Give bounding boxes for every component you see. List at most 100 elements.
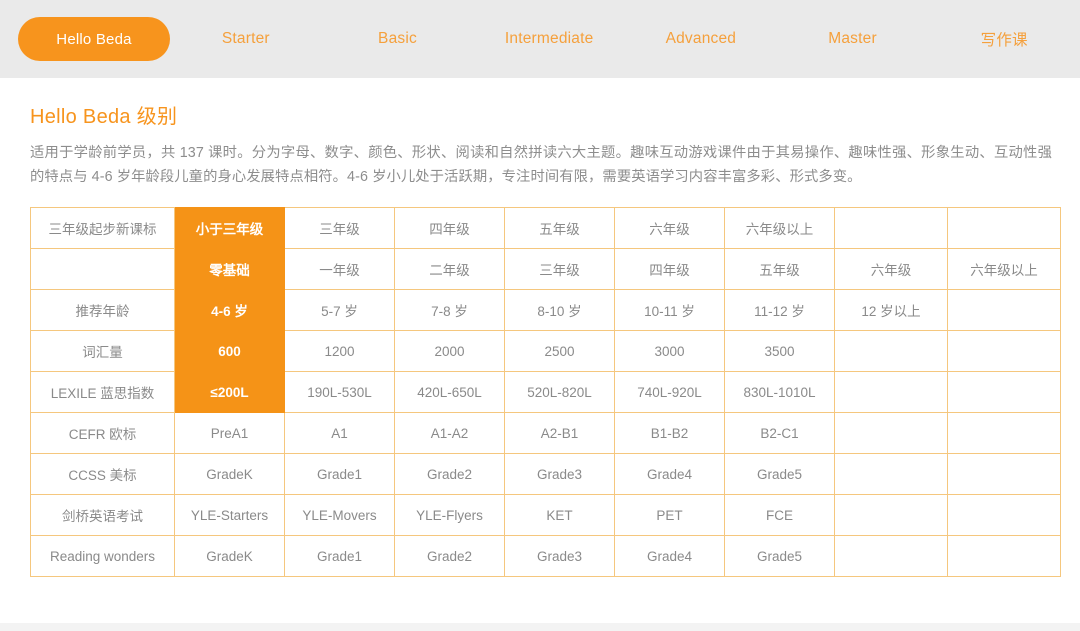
table-cell: 三年级 [284,207,395,249]
table-cell: 2000 [394,330,505,372]
table-cell: 六年级 [834,248,948,290]
table-cell: A1 [284,412,395,454]
table-cell: PreA1 [174,412,285,454]
table-cell [947,289,1061,331]
table-cell: 五年级 [724,248,835,290]
bottom-divider-band [0,623,1080,631]
table-cell: 六年级 [614,207,725,249]
table-cell: 一年级 [284,248,395,290]
table-cell: Grade5 [724,453,835,495]
table-cell: 8-10 岁 [504,289,615,331]
table-row: CEFR 欧标 PreA1 A1 A1-A2 A2-B1 B1-B2 B2-C1 [30,412,1061,454]
nav-item-starter[interactable]: Starter [170,30,322,48]
table-cell: Grade2 [394,453,505,495]
table-cell: YLE-Starters [174,494,285,536]
table-row-label: Reading wonders [30,535,175,577]
table-cell [947,412,1061,454]
page-root: Hello Beda Starter Basic Intermediate Ad… [0,0,1080,631]
table-cell: Grade1 [284,535,395,577]
table-cell: 11-12 岁 [724,289,835,331]
table-cell: 三年级 [504,248,615,290]
table-cell: Grade4 [614,535,725,577]
table-row: 零基础 一年级 二年级 三年级 四年级 五年级 六年级 六年级以上 [30,248,1061,290]
table-cell: A2-B1 [504,412,615,454]
table-row: 词汇量 600 1200 2000 2500 3000 3500 [30,330,1061,372]
table-cell: FCE [724,494,835,536]
table-row-label [30,248,175,290]
table-cell [947,494,1061,536]
table-cell: 2500 [504,330,615,372]
table-cell: 10-11 岁 [614,289,725,331]
table-cell: KET [504,494,615,536]
table-cell: 7-8 岁 [394,289,505,331]
table-row: 剑桥英语考试 YLE-Starters YLE-Movers YLE-Flyers KE… [30,494,1061,536]
table-cell: 小于三年级 [174,207,285,249]
table-cell: 六年级以上 [724,207,835,249]
table-cell [947,207,1061,249]
table-row: LEXILE 蓝思指数 ≤200L 190L-530L 420L-650L 520L-8… [30,371,1061,413]
table-cell: YLE-Flyers [394,494,505,536]
table-cell: Grade5 [724,535,835,577]
table-cell [947,535,1061,577]
table-cell: 600 [174,330,285,372]
nav-item-intermediate[interactable]: Intermediate [473,30,625,48]
table-row: CCSS 美标 GradeK Grade1 Grade2 Grade3 Grade4 Gra… [30,453,1061,495]
nav-item-basic[interactable]: Basic [322,30,474,48]
table-cell: Grade3 [504,535,615,577]
table-cell: 190L-530L [284,371,395,413]
table-row-label: 推荐年龄 [30,289,175,331]
table-cell: 1200 [284,330,395,372]
table-cell: 520L-820L [504,371,615,413]
top-navigation-bar: Hello Beda Starter Basic Intermediate Ad… [0,0,1080,78]
content-area: Hello Beda 级别 适用于学龄前学员，共 137 课时。分为字母、数字、… [0,78,1080,577]
nav-item-writing[interactable]: 写作课 [928,28,1080,50]
table-cell: 六年级以上 [947,248,1061,290]
table-row-label: CCSS 美标 [30,453,175,495]
table-cell: 3000 [614,330,725,372]
table-cell: 830L-1010L [724,371,835,413]
table-cell: 零基础 [174,248,285,290]
table-cell [834,494,948,536]
table-cell: YLE-Movers [284,494,395,536]
page-title: Hello Beda 级别 [30,106,178,128]
table-cell [834,535,948,577]
table-row-label: 剑桥英语考试 [30,494,175,536]
table-cell: 二年级 [394,248,505,290]
table-cell [947,330,1061,372]
section-description: 适用于学龄前学员，共 137 课时。分为字母、数字、颜色、形状、阅读和自然拼读六… [30,145,1052,185]
table-row: 三年级起步新课标 小于三年级 三年级 四年级 五年级 六年级 六年级以上 [30,207,1061,249]
nav-item-master[interactable]: Master [777,30,929,48]
table-cell: 420L-650L [394,371,505,413]
nav-item-advanced[interactable]: Advanced [625,30,777,48]
table-row: 推荐年龄 4-6 岁 5-7 岁 7-8 岁 8-10 岁 10-11 岁 11-12 岁1… [30,289,1061,331]
table-cell [947,453,1061,495]
table-cell: Grade4 [614,453,725,495]
table-cell: B2-C1 [724,412,835,454]
table-cell [834,453,948,495]
table-cell: PET [614,494,725,536]
table-row-label: 三年级起步新课标 [30,207,175,249]
table-cell [834,412,948,454]
table-row-label: LEXILE 蓝思指数 [30,371,175,413]
table-cell: 五年级 [504,207,615,249]
level-table-body: 三年级起步新课标 小于三年级 三年级 四年级 五年级 六年级 六年级以上 零基础 一年级 二年级三… [30,207,1061,577]
table-cell [834,371,948,413]
table-cell: GradeK [174,535,285,577]
table-cell [834,207,948,249]
table-cell: 5-7 岁 [284,289,395,331]
table-cell: B1-B2 [614,412,725,454]
table-cell: 四年级 [614,248,725,290]
level-comparison-table: 三年级起步新课标 小于三年级 三年级 四年级 五年级 六年级 六年级以上 零基础 一年级 二年级三… [30,207,1061,577]
table-row-label: CEFR 欧标 [30,412,175,454]
nav-item-list: Starter Basic Intermediate Advanced Mast… [170,17,1080,61]
table-cell [947,371,1061,413]
table-cell: ≤200L [174,371,285,413]
table-cell: GradeK [174,453,285,495]
table-cell: 740L-920L [614,371,725,413]
table-cell [834,330,948,372]
nav-pill-hello-beda[interactable]: Hello Beda [18,17,170,61]
table-row: Reading wonders GradeK Grade1 Grade2 Grade3 G… [30,535,1061,577]
table-cell: 12 岁以上 [834,289,948,331]
table-cell: 4-6 岁 [174,289,285,331]
table-row-label: 词汇量 [30,330,175,372]
